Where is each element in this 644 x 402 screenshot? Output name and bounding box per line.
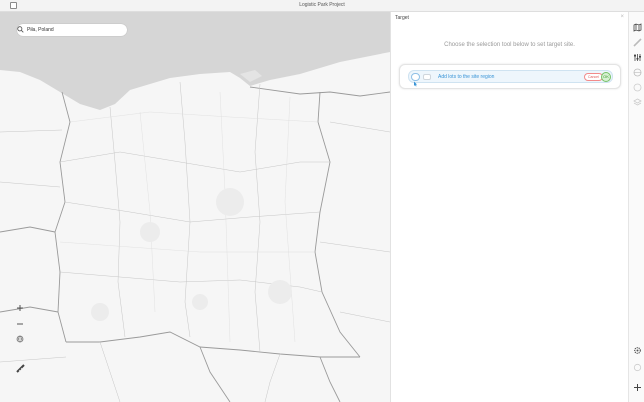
plus-icon[interactable] (632, 382, 642, 392)
search-icon[interactable] (17, 26, 24, 33)
map-canvas[interactable]: Piła, Poland (0, 12, 390, 402)
panel-hint: Choose the selection tool below to set t… (444, 42, 575, 48)
ruler-icon[interactable] (632, 37, 642, 47)
cursor-select-icon[interactable] (411, 73, 420, 87)
ok-button[interactable]: OK (601, 72, 611, 82)
close-icon[interactable]: × (620, 14, 624, 20)
search-input-value[interactable]: Piła, Poland (27, 27, 54, 33)
target-panel: Target × Choose the selection tool below… (390, 12, 628, 402)
zoom-in-icon[interactable] (16, 304, 26, 314)
window-title: Logistic Park Project (299, 2, 345, 8)
zoom-out-icon[interactable] (16, 320, 26, 330)
panel-header: Target (395, 15, 409, 21)
location-search-field[interactable]: Piła, Poland (17, 24, 127, 36)
border-south (66, 331, 360, 358)
stack-icon[interactable] (632, 97, 642, 107)
selection-tool-row[interactable]: Add lots to the site region Cancel OK (408, 70, 613, 87)
globe-icon[interactable] (632, 67, 642, 77)
ruler-icon[interactable] (16, 364, 26, 374)
selection-tool-card: Add lots to the site region Cancel OK (399, 64, 621, 89)
settings-icon[interactable] (632, 345, 642, 355)
border-west (54, 91, 71, 343)
selection-tool-label: Add lots to the site region (438, 74, 495, 80)
info-icon[interactable] (632, 362, 642, 372)
layers-icon[interactable] (632, 82, 642, 92)
map-background (0, 12, 390, 402)
right-tool-rail (628, 12, 644, 402)
title-bar: Logistic Park Project (0, 0, 644, 12)
globe-icon[interactable] (16, 335, 26, 345)
map-icon[interactable] (632, 22, 642, 32)
border-east (314, 91, 361, 358)
sliders-icon[interactable] (632, 52, 642, 62)
lasso-select-icon[interactable] (423, 74, 431, 80)
